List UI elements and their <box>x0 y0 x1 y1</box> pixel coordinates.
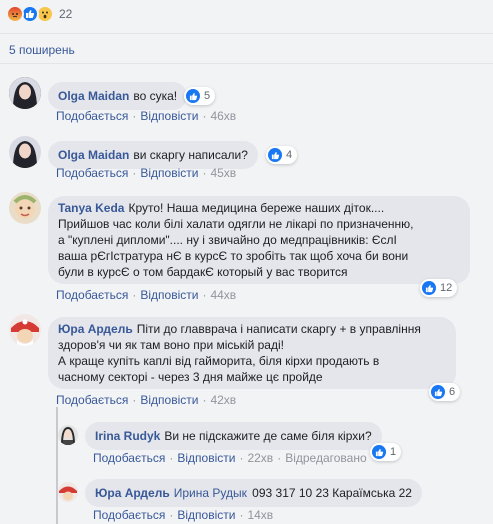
comment-author[interactable]: Olga Maidan <box>58 89 129 103</box>
comment-author[interactable]: Юра Ардель <box>58 322 133 336</box>
comment-text-line: а "куплені дипломи".... ну і звичайно до… <box>58 233 397 247</box>
reply-actions: Подобається · Відповісти · 14хв <box>93 508 274 522</box>
avatar[interactable] <box>9 136 41 168</box>
comment-text-line: Піти до главврача і написати скаргу + в … <box>136 322 421 336</box>
like-button[interactable]: Подобається <box>56 166 128 180</box>
comment-likes[interactable]: 4 <box>266 146 298 164</box>
like-count: 5 <box>204 90 211 102</box>
avatar[interactable] <box>9 192 41 224</box>
reply-time[interactable]: 22хв <box>247 451 273 465</box>
comment-text-line: А краще купіть каплі від гайморита, біля… <box>58 354 380 368</box>
comment-likes[interactable]: 6 <box>429 383 461 401</box>
reply-button[interactable]: Відповісти <box>140 393 198 407</box>
comment-author[interactable]: Tanya Keda <box>58 201 124 215</box>
reply-time[interactable]: 14хв <box>247 508 273 522</box>
reply-author[interactable]: Юра Ардель <box>95 486 170 500</box>
comment-bubble: Olga Maidan ви скаргу написали? <box>48 141 258 169</box>
angry-reaction-icon <box>6 5 24 23</box>
like-count: 4 <box>286 149 293 161</box>
like-count: 1 <box>390 446 397 458</box>
comment-bubble: Olga Maidan во сука! <box>48 82 188 110</box>
reactions-summary[interactable]: 22 <box>6 4 72 24</box>
comment-text-line: здоров'я чи як там воно при міській раді… <box>58 338 284 352</box>
reply-thread-line <box>56 407 58 524</box>
divider <box>0 33 493 34</box>
comment-actions: Подобається · Відповісти · 46хв <box>56 109 237 123</box>
comment-text: ви скаргу написали? <box>133 148 248 162</box>
comment-text-line: часному секторі - через 3 дня майже цє п… <box>58 370 323 384</box>
like-icon <box>268 148 282 162</box>
avatar[interactable] <box>9 77 41 109</box>
avatar[interactable] <box>58 425 78 445</box>
reply-bubble: Юра Ардель Ирина Рудык 093 317 10 23 Кара… <box>85 479 422 507</box>
reply-mention[interactable]: Ирина Рудык <box>174 486 247 500</box>
comment-bubble: Tanya Keda Круто! Наша медицина береже на… <box>48 196 470 284</box>
like-icon <box>431 385 445 399</box>
reply-bubble: Irina Rudyk Ви не підскажите де саме біля… <box>85 422 382 450</box>
comment-time[interactable]: 44хв <box>210 288 236 302</box>
comment-actions: Подобається · Відповісти · 42хв <box>56 393 237 407</box>
like-count: 12 <box>440 282 453 294</box>
like-icon <box>372 445 386 459</box>
comment-text: во сука! <box>133 89 178 103</box>
avatar[interactable] <box>58 482 78 502</box>
like-icon <box>186 89 200 103</box>
reply-button[interactable]: Відповісти <box>140 288 198 302</box>
shares-count-link[interactable]: 5 поширень <box>9 43 75 57</box>
reply-likes[interactable]: 1 <box>370 443 402 461</box>
edited-label[interactable]: Відредаговано <box>285 451 366 465</box>
reply-button[interactable]: Відповісти <box>177 451 235 465</box>
comment-likes[interactable]: 12 <box>420 279 458 297</box>
like-button[interactable]: Подобається <box>93 451 165 465</box>
like-icon <box>422 281 436 295</box>
comment-bubble: Юра Ардель Піти до главврача і написати с… <box>48 317 456 389</box>
comment-author[interactable]: Olga Maidan <box>58 148 129 162</box>
avatar[interactable] <box>9 314 41 346</box>
comment-text-line: були в курсЄ о том бардакЄ который у вас… <box>58 265 348 279</box>
comment-time[interactable]: 45хв <box>210 166 236 180</box>
like-button[interactable]: Подобається <box>56 109 128 123</box>
like-button[interactable]: Подобається <box>93 508 165 522</box>
reply-button[interactable]: Відповісти <box>140 109 198 123</box>
reply-text: Ви не підскажите де саме біля кірхи? <box>164 429 372 443</box>
comment-likes[interactable]: 5 <box>184 87 216 105</box>
reply-button[interactable]: Відповісти <box>177 508 235 522</box>
like-button[interactable]: Подобається <box>56 393 128 407</box>
reply-button[interactable]: Відповісти <box>140 166 198 180</box>
comment-text-line: Прийшов час коли білі халати одягли не л… <box>58 217 414 231</box>
comment-text-line: Круто! Наша медицина береже наших діток.… <box>128 201 385 215</box>
divider <box>0 63 493 64</box>
comment-actions: Подобається · Відповісти · 44хв <box>56 288 237 302</box>
comment-text-line: ваша рЄгІстратура нЄ в курсЄ то зробіть … <box>58 249 409 263</box>
reaction-count: 22 <box>59 7 73 21</box>
reply-text: 093 317 10 23 Караїмська 22 <box>252 486 412 500</box>
comment-time[interactable]: 46хв <box>210 109 236 123</box>
comment-time[interactable]: 42хв <box>210 393 236 407</box>
like-button[interactable]: Подобається <box>56 288 128 302</box>
comment-actions: Подобається · Відповісти · 45хв <box>56 166 237 180</box>
reply-actions: Подобається · Відповісти · 22хв · Відредагован… <box>93 451 367 465</box>
reply-author[interactable]: Irina Rudyk <box>95 429 160 443</box>
like-count: 6 <box>449 386 456 398</box>
